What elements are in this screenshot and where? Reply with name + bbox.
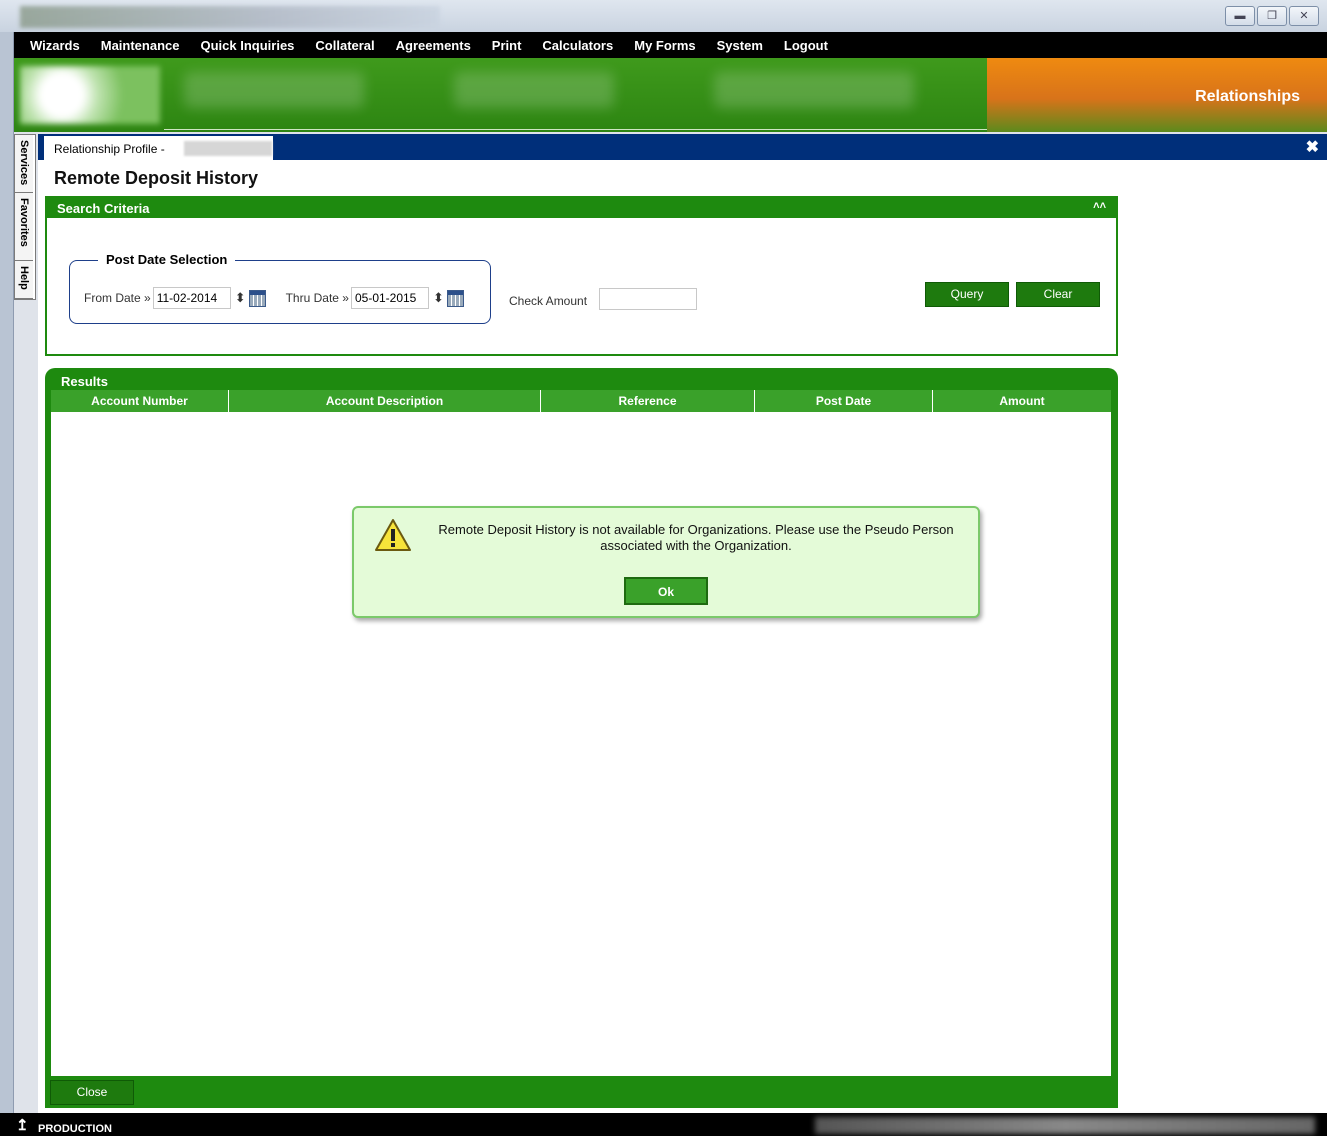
close-panel-icon[interactable]: ✖ xyxy=(1306,137,1319,157)
ok-button[interactable]: Ok xyxy=(624,577,708,605)
menu-collateral[interactable]: Collateral xyxy=(315,38,374,53)
redacted-info xyxy=(184,72,364,108)
from-date-spinner-icon[interactable]: ⬍ xyxy=(235,290,246,306)
clear-button[interactable]: Clear xyxy=(1016,282,1100,307)
menu-quick-inquiries[interactable]: Quick Inquiries xyxy=(200,38,294,53)
check-amount-input[interactable] xyxy=(599,288,697,310)
alert-message: Remote Deposit History is not available … xyxy=(438,522,954,553)
menu-logout[interactable]: Logout xyxy=(784,38,828,53)
tab-strip: Relationship Profile - ✖ xyxy=(38,134,1327,160)
thru-date-calendar-icon[interactable] xyxy=(446,289,464,307)
column-reference[interactable]: Reference xyxy=(541,390,755,412)
menu-maintenance[interactable]: Maintenance xyxy=(101,38,180,53)
results-table: Account Number Account Description Refer… xyxy=(51,390,1111,1076)
menu-bar: Wizards Maintenance Quick Inquiries Coll… xyxy=(14,32,1327,58)
menu-system[interactable]: System xyxy=(717,38,763,53)
banner-title: Relationships xyxy=(1195,88,1300,105)
side-tab-favorites[interactable]: Favorites xyxy=(15,193,33,261)
banner-divider xyxy=(164,129,994,130)
from-date-label: From Date » xyxy=(84,291,151,305)
close-button[interactable]: Close xyxy=(50,1080,134,1105)
column-post-date[interactable]: Post Date xyxy=(755,390,933,412)
collapse-icon[interactable]: ˄˄ xyxy=(1093,200,1106,212)
thru-date-spinner-icon[interactable]: ⬍ xyxy=(433,290,444,306)
restore-icon[interactable]: ❐ xyxy=(1257,6,1287,26)
search-criteria-panel: Search Criteria ˄˄ Post Date Selection F… xyxy=(45,196,1118,356)
results-footer: Close xyxy=(45,1076,1118,1108)
warning-icon xyxy=(375,519,411,551)
status-bar: ↥ PRODUCTION xyxy=(0,1113,1327,1136)
tab-relationship-profile[interactable]: Relationship Profile - xyxy=(44,136,273,160)
menu-my-forms[interactable]: My Forms xyxy=(634,38,695,53)
post-date-legend: Post Date Selection xyxy=(98,252,236,267)
menu-calculators[interactable]: Calculators xyxy=(542,38,613,53)
left-frame-strip xyxy=(0,32,14,1136)
close-window-icon[interactable]: ✕ xyxy=(1289,6,1319,26)
main-panel: Relationship Profile - ✖ Remote Deposit … xyxy=(38,134,1327,1113)
redacted-name xyxy=(184,141,272,156)
redacted-info xyxy=(454,72,614,108)
tab-label: Relationship Profile - xyxy=(54,142,165,156)
header-banner: Relationships xyxy=(14,58,1327,132)
page-title: Remote Deposit History xyxy=(54,168,259,188)
results-panel: Results Account Number Account Descripti… xyxy=(45,368,1118,1108)
redacted-title xyxy=(20,6,440,28)
redacted-status xyxy=(815,1117,1315,1134)
column-amount[interactable]: Amount xyxy=(933,390,1111,412)
thru-date-input[interactable] xyxy=(350,287,429,309)
search-criteria-title: Search Criteria xyxy=(57,201,150,216)
window-controls: ▬ ❐ ✕ xyxy=(1225,6,1319,26)
environment-label: PRODUCTION xyxy=(38,1123,112,1135)
side-tab-help[interactable]: Help xyxy=(15,261,33,299)
results-title: Results xyxy=(61,374,108,389)
window-titlebar: ▬ ❐ ✕ xyxy=(0,0,1327,32)
check-amount-label: Check Amount xyxy=(509,294,588,308)
side-tabs: Services Favorites Help xyxy=(14,134,36,300)
menu-wizards[interactable]: Wizards xyxy=(30,38,80,53)
from-date-input[interactable] xyxy=(152,287,231,309)
arrow-up-icon[interactable]: ↥ xyxy=(16,1116,29,1134)
alert-dialog: Remote Deposit History is not available … xyxy=(352,506,980,618)
date-row: From Date » ⬍ Thru Date » ⬍ xyxy=(84,287,464,309)
minimize-icon[interactable]: ▬ xyxy=(1225,6,1255,26)
post-date-fieldset: Post Date Selection From Date » ⬍ Thru D… xyxy=(69,252,491,324)
thru-date-label: Thru Date » xyxy=(285,291,349,305)
side-tab-services[interactable]: Services xyxy=(15,135,33,193)
column-account-description[interactable]: Account Description xyxy=(229,390,541,412)
menu-agreements[interactable]: Agreements xyxy=(396,38,471,53)
logo xyxy=(20,66,160,124)
menu-print[interactable]: Print xyxy=(492,38,522,53)
from-date-calendar-icon[interactable] xyxy=(248,289,266,307)
search-criteria-header: Search Criteria ˄˄ xyxy=(47,198,1116,218)
query-button[interactable]: Query xyxy=(925,282,1009,307)
redacted-info xyxy=(714,72,914,108)
column-account-number[interactable]: Account Number xyxy=(51,390,229,412)
